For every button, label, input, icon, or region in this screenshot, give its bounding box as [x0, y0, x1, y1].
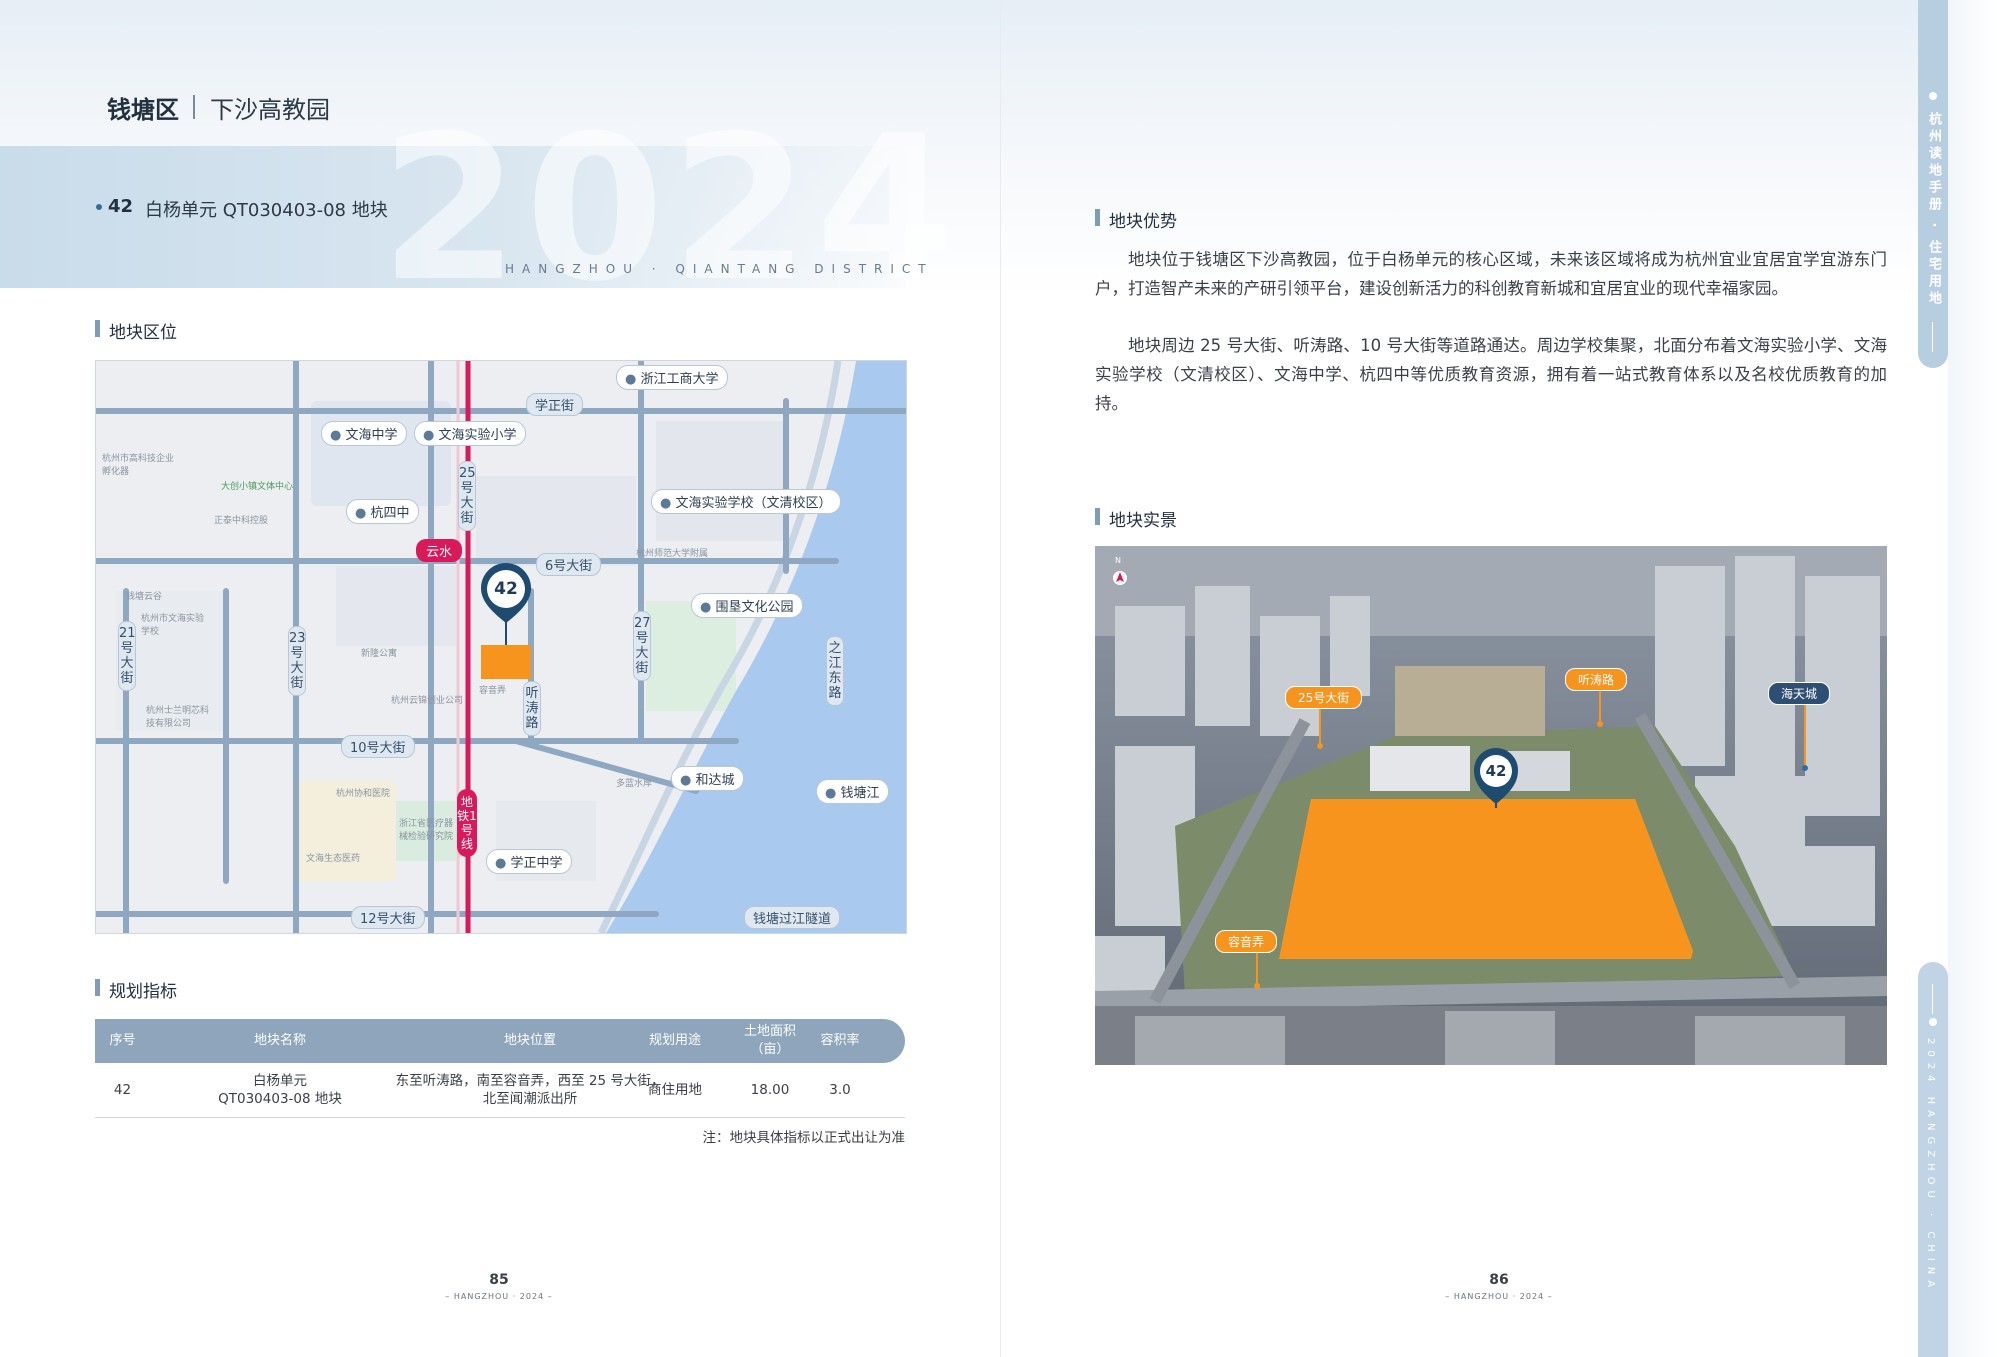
aerial-graphic [1095, 546, 1887, 1065]
aerial-photo: 25号大街 听涛路 海天城 容音弄 42 N [1095, 546, 1887, 1065]
tab-line [1932, 322, 1933, 352]
tab-dot-icon [1929, 92, 1937, 100]
map-poi: ● 文海实验小学 [414, 421, 526, 446]
advantage-paragraph-2: 地块周边 25 号大街、听涛路、10 号大街等道路通达。周边学校集聚，北面分布着… [1095, 336, 1887, 413]
plan-heading: 规划指标 [95, 977, 177, 1002]
map-poi: ● 文海实验学校（文清校区） [651, 489, 841, 514]
advantage-paragraph-1: 地块位于钱塘区下沙高教园，位于白杨单元的核心区域，未来该区域将成为杭州宜业宜居宜… [1095, 250, 1887, 298]
header-cell: 规划用途 [648, 1033, 701, 1049]
row-cell: 3.0 [829, 1081, 851, 1098]
map-plot-marker: 42 [494, 579, 518, 599]
photo-heading: 地块实景 [1095, 506, 1177, 531]
title-separator [193, 95, 195, 119]
metro-line-label: 地铁1号线 [457, 789, 477, 857]
map-minor-label: 浙江省医疗器械检验研究院 [399, 819, 454, 842]
advantage-heading: 地块优势 [1095, 207, 1177, 232]
map-poi: ● 钱塘江 [816, 779, 889, 804]
table-note: 注：地块具体指标以正式出让为准 [702, 1130, 906, 1146]
side-tab-top: 杭州读地手册 · 住宅用地 [1918, 0, 1948, 368]
map-road-label: 25号大街 [458, 461, 476, 531]
side-gradient [1948, 0, 2000, 1357]
location-map: 42 学正街 6号大街 10号大街 12号大街 21号大街 23号大街 25号大… [95, 360, 907, 934]
compass-icon: N [1115, 556, 1121, 565]
side-tab-bottom-text: 2024 HANGZHOU · CHINA [1925, 1038, 1936, 1294]
bullet-icon [96, 204, 102, 210]
photo-label: 海天城 [1768, 682, 1831, 705]
map-road-label: 钱塘过江隧道 [744, 906, 841, 929]
map-road-label: 10号大街 [341, 735, 415, 758]
map-graphic [96, 361, 906, 933]
row-cell: 18.00 [750, 1081, 790, 1098]
map-poi: ● 学正中学 [486, 849, 572, 874]
map-road-label: 27号大街 [633, 611, 651, 681]
map-poi: ● 浙江工商大学 [616, 365, 728, 390]
map-minor-label: 杭州市高科技企业孵化器 [102, 454, 175, 477]
photo-label: 容音弄 [1215, 930, 1278, 953]
table-row: 42 白杨单元 QT030403-08 地块 东至听涛路，南至容音弄，西至 25… [95, 1063, 905, 1118]
page-footer-left: – HANGZHOU · 2024 – [445, 1292, 553, 1301]
plan-table: 序号 地块名称 地块位置 规划用途 土地面积 （亩） 容积率 42 白杨单元 Q… [95, 1019, 905, 1118]
page-divider [1000, 0, 1001, 1357]
map-minor-label: 大创小镇文体中心 [221, 482, 294, 492]
map-minor-label: 容音弄 [479, 686, 507, 696]
map-minor-label: 杭州士兰明芯科技有限公司 [146, 706, 210, 729]
header-cell: 序号 [109, 1033, 136, 1049]
metro-station-label: 云水 [416, 539, 463, 562]
header-cell: 土地面积 （亩） [743, 1024, 796, 1057]
photo-plot-marker: 42 [1485, 762, 1507, 780]
map-road-label: 6号大街 [536, 553, 602, 576]
table-header: 序号 地块名称 地块位置 规划用途 土地面积 （亩） 容积率 [95, 1019, 905, 1063]
big-year-watermark: 2024 [380, 93, 961, 326]
map-road-label: 学正街 [526, 393, 584, 416]
row-cell: 42 [113, 1081, 132, 1098]
map-minor-label: 正泰中科控股 [214, 516, 269, 526]
map-minor-label: 杭州市文海实验学校 [141, 614, 205, 637]
map-minor-label: 钱塘云谷 [126, 592, 163, 602]
plot-number: 42 [108, 196, 134, 217]
map-minor-label: 杭州协和医院 [336, 789, 391, 799]
row-cell: 商住用地 [648, 1081, 702, 1098]
map-road-label: 听涛路 [523, 681, 541, 736]
page-number-right: 86 [1489, 1272, 1509, 1288]
side-tab-bottom: 2024 HANGZHOU · CHINA [1918, 962, 1948, 1357]
map-road-label: 21号大街 [118, 621, 136, 691]
map-poi: ● 杭四中 [346, 499, 419, 524]
map-poi: ● 和达城 [671, 766, 744, 791]
photo-label: 听涛路 [1565, 668, 1628, 691]
tab-dot-icon [1929, 1018, 1937, 1026]
map-road-label: 23号大街 [288, 626, 306, 696]
map-minor-label: 文海生态医药 [306, 854, 361, 864]
map-poi: ● 围垦文化公园 [691, 593, 803, 618]
map-minor-label: 新隆公寓 [361, 649, 398, 659]
row-cell: 白杨单元 QT030403-08 地块 [218, 1072, 342, 1107]
map-poi: ● 文海中学 [321, 421, 407, 446]
sub-district-title: 下沙高教园 [210, 96, 330, 124]
map-road-label: 12号大街 [351, 906, 425, 929]
district-en-caption: HANGZHOU · QIANTANG DISTRICT [505, 262, 934, 276]
plot-name: 白杨单元 QT030403-08 地块 [145, 200, 388, 221]
page-number-left: 85 [489, 1272, 509, 1288]
photo-label: 25号大街 [1285, 686, 1363, 709]
side-tab-top-text: 杭州读地手册 · 住宅用地 [1926, 112, 1941, 308]
page-footer-right: – HANGZHOU · 2024 – [1445, 1292, 1553, 1301]
map-minor-label: 杭州云锦创业公司 [391, 696, 464, 706]
map-road-label: 之江东路 [826, 636, 844, 706]
district-title: 钱塘区 [107, 96, 179, 124]
map-minor-label: 杭州师范大学附属 [636, 549, 709, 559]
location-heading: 地块区位 [95, 318, 177, 343]
header-cell: 地块名称 [253, 1033, 306, 1049]
map-minor-label: 多蓝水岸 [616, 779, 653, 789]
header-cell: 容积率 [820, 1033, 860, 1049]
tab-line [1932, 984, 1933, 1014]
